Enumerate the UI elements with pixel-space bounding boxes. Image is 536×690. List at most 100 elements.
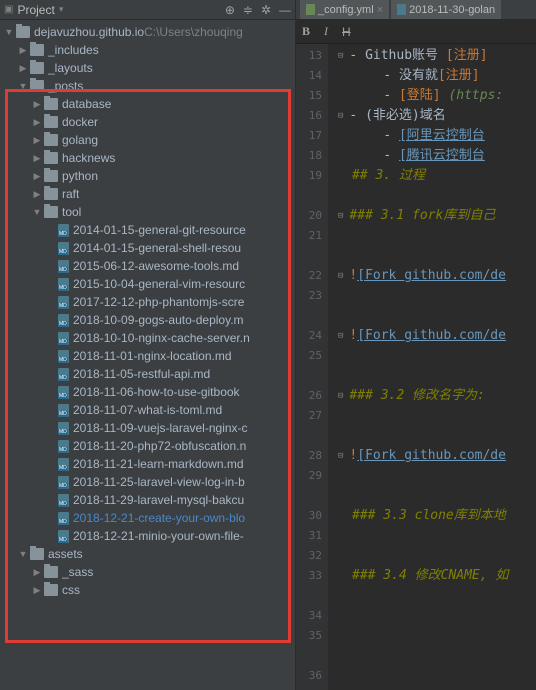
tree-folder[interactable]: raft [0, 185, 295, 203]
code-line[interactable] [338, 346, 536, 366]
tree-file[interactable]: 2018-10-09-gogs-auto-deploy.m [0, 311, 295, 329]
tree-file[interactable]: 2018-11-01-nginx-location.md [0, 347, 295, 365]
fold-marker[interactable]: ⊟ [338, 266, 343, 286]
tree-file[interactable]: 2018-11-21-learn-markdown.md [0, 455, 295, 473]
hide-icon[interactable]: — [279, 3, 291, 17]
tab-config[interactable]: _config.yml × [300, 0, 389, 19]
code-line[interactable]: - [登陆] (https: [338, 86, 536, 106]
fold-marker[interactable]: ⊟ [338, 326, 343, 346]
tree-folder[interactable]: tool [0, 203, 295, 221]
tree-folder[interactable]: assets [0, 545, 295, 563]
expand-arrow[interactable] [4, 27, 14, 37]
code-line[interactable] [338, 366, 536, 386]
code-line[interactable]: ⊟![Fork github.com/de [338, 266, 536, 286]
tab-golang[interactable]: 2018-11-30-golan [391, 0, 501, 19]
code-line[interactable] [338, 226, 536, 246]
tree-folder[interactable]: dejavuzhou.github.io C:\Users\zhouqing [0, 23, 295, 41]
tree-file[interactable]: 2018-10-10-nginx-cache-server.n [0, 329, 295, 347]
tree-file[interactable]: 2018-11-20-php72-obfuscation.n [0, 437, 295, 455]
code-line[interactable]: ### 3.4 修改CNAME, 如 [338, 566, 536, 586]
code-line[interactable]: ### 3.3 clone库到本地 [338, 506, 536, 526]
expand-arrow[interactable] [18, 45, 28, 56]
tree-folder[interactable]: css [0, 581, 295, 599]
code-line[interactable] [338, 286, 536, 306]
dropdown-icon[interactable]: ▾ [59, 4, 64, 15]
code-line[interactable]: ⊟- (非必选)域名 [338, 106, 536, 126]
fold-marker[interactable]: ⊟ [338, 46, 343, 66]
tree-file[interactable]: 2014-01-15-general-git-resource [0, 221, 295, 239]
tree-file[interactable]: 2018-11-07-what-is-toml.md [0, 401, 295, 419]
tree-file[interactable]: 2018-12-21-create-your-own-blo [0, 509, 295, 527]
tree-file[interactable]: 2018-12-21-minio-your-own-file- [0, 527, 295, 545]
close-icon[interactable]: × [377, 4, 383, 16]
code-line[interactable] [338, 466, 536, 486]
expand-arrow[interactable] [32, 189, 42, 200]
project-panel-title[interactable]: Project [17, 3, 54, 17]
tree-file[interactable]: 2014-01-15-general-shell-resou [0, 239, 295, 257]
fold-marker[interactable]: ⊟ [338, 106, 343, 126]
code-line[interactable] [338, 586, 536, 606]
header-button[interactable]: H [342, 25, 351, 39]
code-line[interactable]: - [腾讯云控制台 [338, 146, 536, 166]
expand-arrow[interactable] [32, 99, 42, 110]
tree-folder[interactable]: golang [0, 131, 295, 149]
expand-arrow[interactable] [18, 549, 28, 559]
tree-folder[interactable]: python [0, 167, 295, 185]
code-line[interactable]: - [阿里云控制台 [338, 126, 536, 146]
code-line[interactable] [338, 486, 536, 506]
code-editor[interactable]: 1314151617181920212223242526272829303132… [296, 44, 536, 690]
tree-file[interactable]: 2018-11-05-restful-api.md [0, 365, 295, 383]
target-icon[interactable]: ⊕ [225, 3, 235, 17]
tree-folder[interactable]: _layouts [0, 59, 295, 77]
gear-icon[interactable]: ✲ [261, 3, 271, 17]
file-icon [58, 314, 69, 327]
tree-folder[interactable]: _includes [0, 41, 295, 59]
tree-file[interactable]: 2015-06-12-awesome-tools.md [0, 257, 295, 275]
code-line[interactable] [338, 246, 536, 266]
code-area[interactable]: ⊟- Github账号 [注册] - 没有就[注册] - [登陆] (https… [328, 44, 536, 690]
fold-marker[interactable]: ⊟ [338, 386, 343, 406]
node-label: 2015-10-04-general-vim-resourc [73, 277, 245, 291]
italic-button[interactable]: I [324, 24, 328, 39]
tree-file[interactable]: 2017-12-12-php-phantomjs-scre [0, 293, 295, 311]
code-line[interactable]: ⊟### 3.2 修改名字为: [338, 386, 536, 406]
code-line[interactable]: ⊟- Github账号 [注册] [338, 46, 536, 66]
expand-arrow[interactable] [32, 207, 42, 217]
project-panel-icon[interactable]: ▣ [4, 4, 13, 15]
code-line[interactable] [338, 426, 536, 446]
fold-marker[interactable]: ⊟ [338, 446, 343, 466]
project-tree[interactable]: dejavuzhou.github.io C:\Users\zhouqing_i… [0, 20, 295, 690]
expand-arrow[interactable] [32, 585, 42, 596]
code-line[interactable] [338, 526, 536, 546]
code-line[interactable] [338, 186, 536, 206]
expand-arrow[interactable] [32, 567, 42, 578]
expand-arrow[interactable] [18, 63, 28, 74]
tree-file[interactable]: 2018-11-06-how-to-use-gitbook [0, 383, 295, 401]
tree-file[interactable]: 2018-11-29-laravel-mysql-bakcu [0, 491, 295, 509]
expand-arrow[interactable] [32, 153, 42, 164]
expand-arrow[interactable] [32, 135, 42, 146]
code-line[interactable]: ⊟![Fork github.com/de [338, 446, 536, 466]
bold-button[interactable]: B [302, 24, 310, 39]
code-line[interactable]: ⊟### 3.1 fork库到自己 [338, 206, 536, 226]
code-line[interactable] [338, 406, 536, 426]
line-number: 22 [296, 266, 322, 286]
tree-file[interactable]: 2018-11-25-laravel-view-log-in-b [0, 473, 295, 491]
tree-file[interactable]: 2018-11-09-vuejs-laravel-nginx-c [0, 419, 295, 437]
collapse-icon[interactable]: ≑ [243, 3, 253, 17]
code-line[interactable] [338, 306, 536, 326]
tree-folder[interactable]: docker [0, 113, 295, 131]
code-line[interactable]: ## 3. 过程 [338, 166, 536, 186]
expand-arrow[interactable] [32, 171, 42, 182]
code-line[interactable]: ⊟![Fork github.com/de [338, 326, 536, 346]
tree-folder[interactable]: _sass [0, 563, 295, 581]
expand-arrow[interactable] [18, 81, 28, 91]
code-line[interactable]: - 没有就[注册] [338, 66, 536, 86]
tree-file[interactable]: 2015-10-04-general-vim-resourc [0, 275, 295, 293]
tree-folder[interactable]: database [0, 95, 295, 113]
code-line[interactable] [338, 546, 536, 566]
tree-folder[interactable]: _posts [0, 77, 295, 95]
fold-marker[interactable]: ⊟ [338, 206, 343, 226]
tree-folder[interactable]: hacknews [0, 149, 295, 167]
expand-arrow[interactable] [32, 117, 42, 128]
